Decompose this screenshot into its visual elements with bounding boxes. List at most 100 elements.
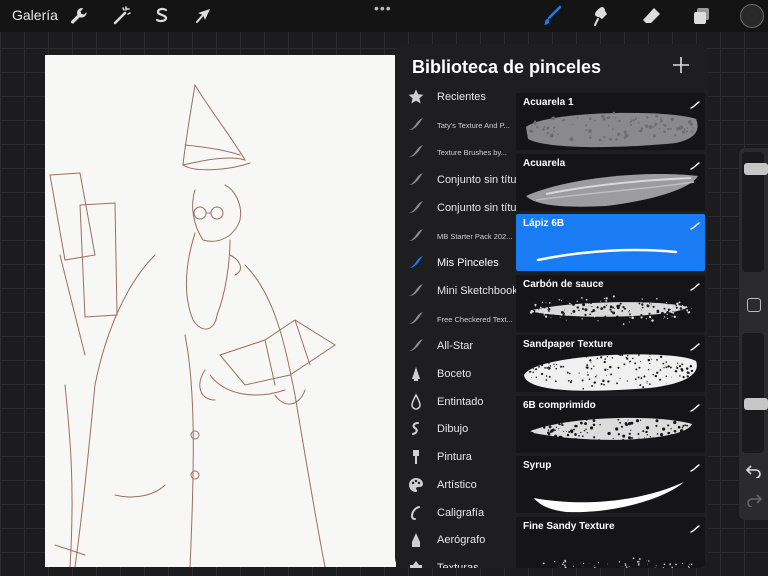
stroke-icon	[407, 143, 425, 161]
brush-stroke-preview	[516, 468, 705, 513]
stroke-icon	[407, 171, 425, 189]
brush-stroke-preview	[516, 287, 705, 332]
brush-stroke-mark-icon	[690, 217, 700, 230]
brush-stroke-mark-icon	[690, 96, 700, 109]
brush-set-item[interactable]: Artístico	[395, 472, 515, 499]
brush-item[interactable]: Sandpaper Texture	[516, 335, 705, 392]
brush-stroke-preview	[516, 408, 705, 453]
brush-stroke-mark-icon	[690, 278, 700, 291]
brush-set-item[interactable]: MB Starter Pack 202...	[395, 223, 515, 250]
brush-item[interactable]: Fine Sandy Texture	[516, 516, 705, 568]
brush-set-label: Recientes	[437, 91, 486, 103]
brush-stroke-preview	[516, 347, 705, 392]
airbrush-icon	[407, 531, 425, 549]
brush-set-item[interactable]: Conjunto sin título	[395, 167, 525, 194]
brush-stroke-preview	[516, 166, 705, 211]
gallery-button[interactable]: Galería	[12, 7, 58, 23]
undo-icon[interactable]	[745, 464, 762, 479]
texture-icon	[407, 559, 425, 568]
brush-size-thumb[interactable]	[744, 163, 768, 175]
brush-stroke-mark-icon	[690, 520, 700, 533]
brush-set-item[interactable]: Recientes	[395, 84, 515, 111]
ink-drop-icon	[407, 393, 425, 411]
brush-set-item[interactable]: Entintado	[395, 389, 515, 416]
wizard-sketch	[49, 83, 336, 567]
brush-set-label: Free Checkered Text...	[437, 314, 513, 324]
menu-dots[interactable]: •••	[374, 0, 392, 16]
brush-stroke-mark-icon	[690, 399, 700, 412]
redo-icon[interactable]	[746, 493, 763, 508]
brush-set-item[interactable]: Boceto	[395, 361, 515, 388]
modify-button[interactable]	[747, 298, 761, 312]
stroke-icon	[407, 337, 425, 355]
brush-library-panel: Biblioteca de pinceles Recientes Taty's T…	[395, 44, 708, 568]
brush-set-label: Dibujo	[437, 423, 469, 436]
selection-s-icon[interactable]	[150, 4, 174, 28]
brush-stroke-preview	[516, 529, 705, 568]
brush-set-item[interactable]: Mini Sketchbook	[395, 278, 518, 305]
panel-title: Biblioteca de pinceles	[412, 57, 602, 77]
brush-set-label: Taty's Texture And P...	[437, 120, 510, 130]
opacity-thumb[interactable]	[744, 398, 768, 410]
opacity-slider[interactable]	[742, 333, 768, 453]
brush-set-label: Conjunto sin título	[437, 174, 526, 187]
brush-set-label: Texture Brushes by...	[437, 148, 507, 158]
eraser-icon[interactable]	[640, 4, 664, 28]
brush-stroke-mark-icon	[690, 459, 700, 472]
layers-icon[interactable]	[690, 4, 714, 28]
brush-stroke-mark-icon	[690, 157, 700, 170]
smudge-icon[interactable]	[590, 4, 614, 28]
brush-item[interactable]: 6B comprimido	[516, 395, 705, 453]
brush-item[interactable]: Acuarela 1	[516, 93, 705, 150]
stroke-icon	[407, 282, 425, 300]
color-picker-button[interactable]	[740, 4, 764, 28]
arrow-cursor-icon[interactable]	[192, 4, 216, 28]
brush-set-item[interactable]: Taty's Texture And P...	[395, 112, 515, 139]
plus-icon[interactable]	[671, 55, 691, 75]
stroke-icon	[407, 310, 425, 328]
brush-set-item[interactable]: Aerógrafo	[395, 527, 515, 554]
palette-icon	[407, 476, 425, 494]
stroke-icon	[407, 227, 425, 245]
brush-set-label: Aerógrafo	[437, 534, 486, 547]
brush-set-item[interactable]: Texture Brushes by...	[395, 139, 515, 166]
brush-set-label: Artístico	[437, 478, 477, 491]
brush-set-item[interactable]: Mis Pinceles	[395, 250, 515, 277]
brush-item[interactable]: Syrup	[516, 456, 705, 513]
side-slider-bar	[739, 148, 768, 520]
brush-set-label: Entintado	[437, 395, 484, 408]
pencil-tip-icon	[407, 365, 425, 383]
brush-set-item[interactable]: Free Checkered Text...	[395, 306, 515, 333]
brush-set-label: Mini Sketchbook	[437, 284, 518, 297]
brush-set-item[interactable]: Texturas	[395, 555, 515, 568]
drawing-canvas[interactable]	[45, 55, 396, 567]
brush-stroke-mark-icon	[690, 338, 700, 351]
brush-set-label: MB Starter Pack 202...	[437, 231, 513, 241]
magic-wand-icon[interactable]	[110, 4, 134, 28]
brush-set-item[interactable]: All-Star	[395, 333, 515, 360]
stroke-icon-active	[407, 254, 425, 272]
brush-set-list: Recientes Taty's Texture And P... Texture …	[395, 84, 525, 568]
brush-stroke-preview	[516, 226, 705, 271]
brush-set-label: Texturas	[437, 561, 479, 568]
brush-set-label: Pintura	[437, 451, 472, 464]
brush-stroke-preview	[516, 105, 705, 150]
brush-set-label: Boceto	[437, 368, 472, 380]
brush-set-item[interactable]: Dibujo	[395, 416, 515, 443]
stroke-icon	[407, 116, 425, 134]
top-toolbar: Galería •••	[0, 0, 768, 32]
brush-item[interactable]: Acuarela	[516, 153, 705, 211]
brush-icon[interactable]	[540, 4, 564, 28]
wrench-icon[interactable]	[67, 4, 91, 28]
brush-set-item[interactable]: Conjunto sin título	[395, 195, 525, 222]
brush-set-item[interactable]: Pintura	[395, 444, 515, 471]
brush-item[interactable]: Carbón de sauce	[516, 274, 705, 332]
brush-item[interactable]: Lápiz 6B	[516, 214, 705, 271]
brush-size-slider[interactable]	[742, 152, 768, 272]
squiggle-icon	[407, 420, 425, 438]
brush-set-item[interactable]: Caligrafía	[395, 500, 515, 527]
brush-set-label: Conjunto sin título	[437, 201, 526, 214]
brush-set-label: All-Star	[437, 340, 474, 353]
stroke-icon	[407, 199, 425, 217]
brush-set-label: Caligrafía	[437, 506, 485, 519]
